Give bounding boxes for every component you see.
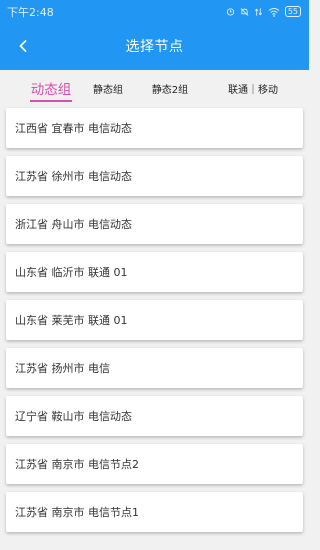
back-arrow-icon <box>19 40 27 52</box>
tab-static-group[interactable]: 静态组 <box>84 70 132 106</box>
list-item[interactable]: 山东省 临沂市 联通 01 <box>6 252 303 292</box>
list-item[interactable]: 山东省 莱芜市 联通 01 <box>6 300 303 340</box>
list-item[interactable]: 浙江省 舟山市 电信动态 <box>6 204 303 244</box>
active-tab-indicator <box>30 100 72 102</box>
list-item[interactable]: 江苏省 徐州市 电信动态 <box>6 156 303 196</box>
data-arrows-icon <box>254 7 262 16</box>
page-title: 选择节点 <box>125 38 184 55</box>
battery-icon: 55 <box>284 6 301 17</box>
wifi-icon <box>268 7 280 17</box>
battery-level: 55 <box>287 7 298 16</box>
list-item[interactable]: 江西省 宜春市 电信动态 <box>6 108 303 148</box>
alarm-icon <box>226 8 234 16</box>
list-item[interactable]: 辽宁省 鞍山市 电信动态 <box>6 396 303 436</box>
status-icons: 55 <box>226 6 301 17</box>
mute-icon <box>240 7 249 16</box>
app-header: 下午2:48 55 选择节点 <box>0 0 309 70</box>
list-item[interactable]: 江苏省 扬州市 电信 <box>6 348 303 388</box>
title-bar: 选择节点 <box>0 23 309 68</box>
status-time: 下午2:48 <box>7 5 54 19</box>
status-bar: 下午2:48 55 <box>0 0 309 23</box>
group-tabs: 动态组 静态组 静态2组 联通｜移动 <box>0 70 309 106</box>
list-item[interactable]: 江苏省 南京市 电信节点1 <box>6 492 303 532</box>
back-button[interactable] <box>12 35 34 57</box>
list-item[interactable]: 江苏省 南京市 电信节点2 <box>6 444 303 484</box>
tab-unicom-mobile[interactable]: 联通｜移动 <box>208 70 298 106</box>
tab-static-group-2[interactable]: 静态2组 <box>140 70 200 106</box>
